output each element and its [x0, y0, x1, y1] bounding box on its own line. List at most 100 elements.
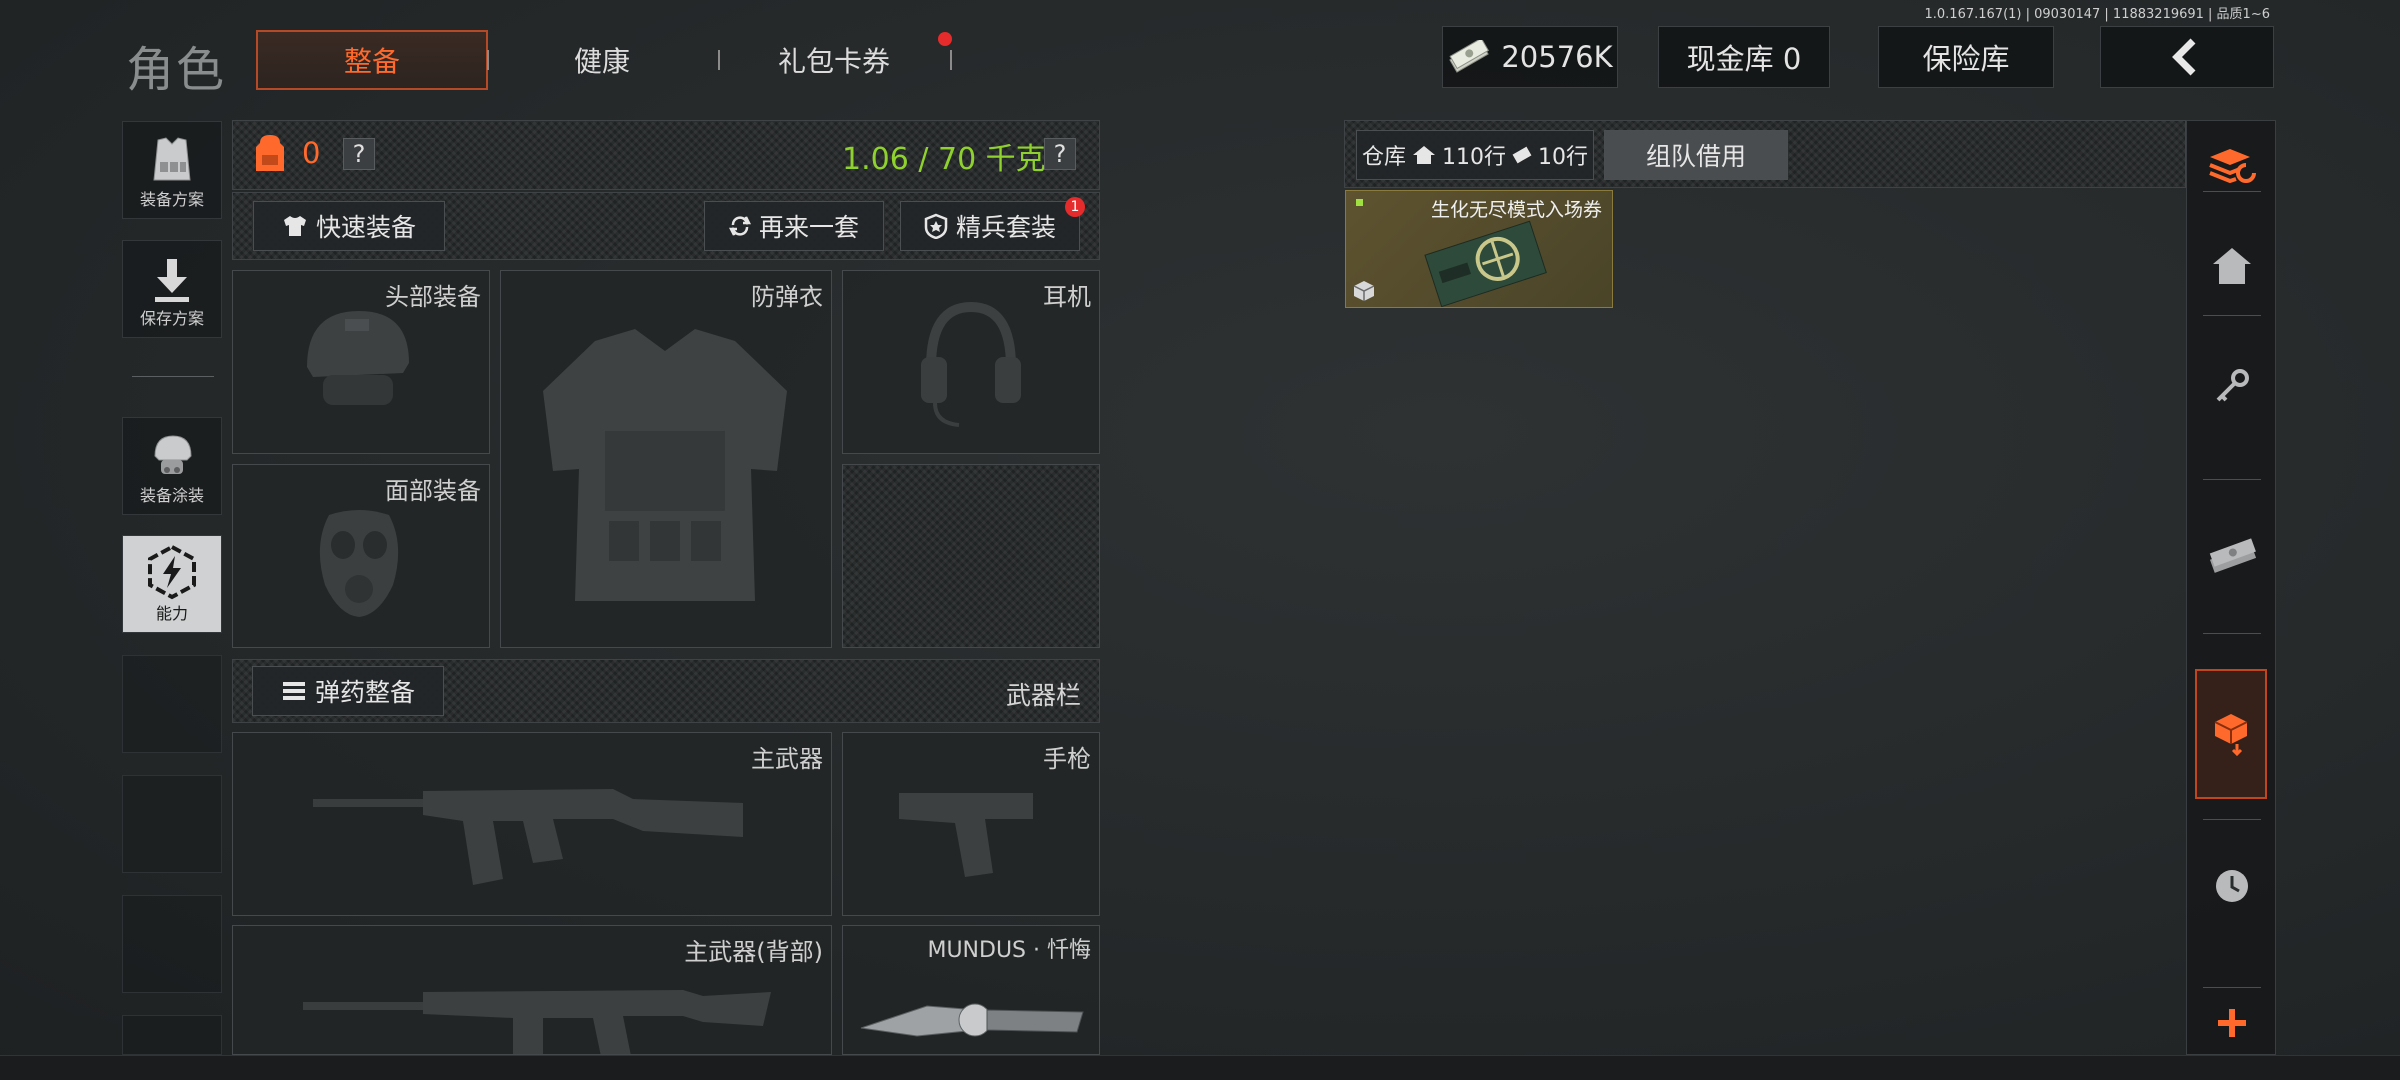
download-icon [155, 259, 189, 302]
vest-icon [153, 137, 191, 181]
team-borrow-label: 组队借用 [1645, 142, 1746, 171]
stack-refresh-button[interactable] [2187, 127, 2277, 207]
tab-divider [950, 50, 952, 70]
safe-label: 保险库 [1922, 42, 2010, 76]
version-text: 1.0.167.167(1) | 09030147 | 11883219691 … [1924, 7, 2271, 22]
warehouse-tab[interactable]: 仓库 110行 10行 [1356, 130, 1594, 180]
bag-count-value: 0 [302, 136, 321, 170]
toolbar-divider [2203, 479, 2261, 480]
cash-stack-icon [2209, 538, 2257, 573]
home-icon [1413, 146, 1435, 164]
rifle-back-silhouette-icon [303, 990, 771, 1054]
save-plan-button[interactable]: 保存方案 [122, 240, 222, 338]
team-borrow-tab[interactable]: 组队借用 [1604, 130, 1788, 180]
deposit-button[interactable] [2195, 669, 2267, 799]
box-icon [1353, 281, 1375, 301]
currency-display[interactable]: 20576K [1442, 26, 1618, 88]
ammo-equip-label: 弹药整备 [314, 678, 415, 707]
rail-label: 装备涂装 [139, 486, 204, 505]
quick-equip-label: 快速装备 [315, 213, 416, 242]
headset-slot[interactable]: 耳机 [842, 270, 1100, 454]
plus-icon [2218, 1009, 2246, 1037]
tab-label: 礼包卡券 [777, 45, 890, 78]
toolbar-divider [2203, 987, 2261, 988]
history-button[interactable] [2187, 841, 2277, 931]
elite-kit-button[interactable]: 精兵套装 [900, 201, 1080, 251]
warehouse-label: 仓库 [1361, 145, 1406, 170]
pistol-slot[interactable]: 手枪 [842, 732, 1100, 916]
toolbar-divider [2203, 315, 2261, 316]
tab-gear[interactable]: 整备 [256, 30, 488, 90]
elite-kit-label: 精兵套装 [955, 213, 1056, 242]
home-icon [2213, 248, 2251, 284]
ammo-equip-button[interactable]: 弹药整备 [252, 666, 444, 716]
deposit-icon [2214, 714, 2248, 756]
clock-icon [2216, 870, 2248, 902]
tab-health[interactable]: 健康 [490, 30, 714, 90]
ticket-icon [1424, 220, 1547, 307]
body-armor-slot[interactable]: 防弹衣 [500, 270, 832, 648]
quick-equip-button[interactable]: 快速装备 [253, 201, 445, 251]
slot-label: 主武器(背部) [684, 938, 823, 966]
weapon-bar-label: 武器栏 [1006, 681, 1082, 710]
rail-label: 保存方案 [139, 309, 204, 328]
toolbar-divider [2203, 191, 2261, 192]
cash-icon [1512, 146, 1532, 164]
stack-refresh-icon [2209, 149, 2256, 184]
tab-divider [487, 50, 489, 70]
helmet-silhouette-icon [307, 311, 409, 405]
toolbar-divider [2203, 633, 2261, 634]
add-button[interactable] [2187, 991, 2277, 1055]
head-gear-slot[interactable]: 头部装备 [232, 270, 490, 454]
slot-label: 耳机 [1043, 283, 1091, 311]
again-button[interactable]: 再来一套 [704, 201, 884, 251]
warehouse-rows: 110行 [1442, 145, 1506, 170]
notification-dot [938, 32, 952, 46]
toolbar-divider [2203, 819, 2261, 820]
home-button[interactable] [2187, 221, 2277, 311]
slot-label: 防弹衣 [751, 283, 823, 311]
ability-icon [148, 544, 196, 600]
headset-silhouette-icon [921, 301, 1021, 427]
back-button[interactable] [2100, 26, 2274, 88]
right-toolbar [2186, 120, 2276, 1055]
empty-rail-slot [122, 655, 222, 753]
melee-slot[interactable]: MUNDUS · 忏悔 [842, 925, 1100, 1055]
rifle-silhouette-icon [313, 789, 743, 885]
slot-label: 面部装备 [385, 477, 481, 505]
empty-gear-slot[interactable] [842, 464, 1100, 648]
item-marker [1356, 199, 1363, 206]
primary-weapon-slot[interactable]: 主武器 [232, 732, 832, 916]
safe-button[interactable]: 保险库 [1878, 26, 2054, 88]
slot-label: 手枪 [1043, 745, 1091, 773]
elite-kit-badge: 1 [1065, 197, 1085, 217]
ammo-icon [282, 682, 305, 700]
cash-vault-button[interactable]: 现金库 0 [1658, 26, 1830, 88]
ability-button[interactable]: 能力 [122, 535, 222, 633]
tab-gift-cards[interactable]: 礼包卡券 [722, 30, 946, 90]
shield-icon [924, 213, 948, 239]
bag-count[interactable]: 0 [252, 133, 320, 173]
key-button[interactable] [2187, 341, 2277, 431]
cash-button[interactable] [2187, 511, 2277, 601]
currency-value: 20576K [1501, 40, 1613, 74]
page-title: 角色 [126, 42, 227, 98]
inventory-item[interactable]: 生化无尽模式入场券 [1345, 190, 1613, 308]
pistol-silhouette-icon [899, 793, 1033, 877]
tab-label: 健康 [573, 45, 630, 78]
primary-back-weapon-slot[interactable]: 主武器(背部) [232, 925, 832, 1055]
chevron-left-icon [2172, 38, 2196, 76]
tab-divider [718, 50, 720, 70]
shirt-icon [283, 216, 306, 236]
bottom-bar [0, 1055, 2400, 1080]
helmet-icon [154, 435, 192, 474]
bag-help-button[interactable]: ? [343, 138, 375, 170]
weight-help-button[interactable]: ? [1044, 138, 1076, 170]
slot-label: MUNDUS · 忏悔 [927, 938, 1091, 963]
face-gear-slot[interactable]: 面部装备 [232, 464, 490, 648]
gear-skin-button[interactable]: 装备涂装 [122, 417, 222, 515]
tab-label: 整备 [343, 45, 400, 78]
question-mark: ? [352, 140, 366, 168]
weight-value: 1.06 / 70 千克 [842, 142, 1046, 177]
loadout-plan-button[interactable]: 装备方案 [122, 121, 222, 219]
